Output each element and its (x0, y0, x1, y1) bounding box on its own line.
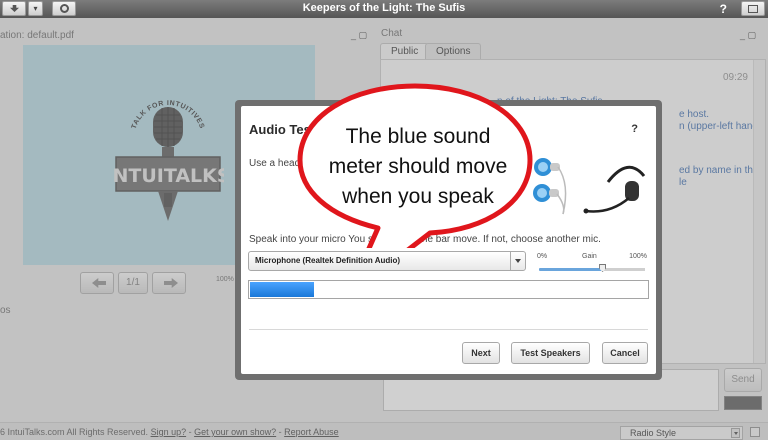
gain-max-label: 100% (629, 253, 647, 260)
test-speakers-button[interactable]: Test Speakers (511, 342, 590, 364)
sound-level-fill (250, 282, 314, 297)
dialog-divider (249, 329, 648, 330)
exit-button[interactable] (741, 1, 765, 16)
exit-icon (748, 5, 758, 13)
microphone-select-value: Microphone (Realtek Definition Audio) (255, 256, 401, 265)
gain-track (539, 268, 645, 271)
sound-level-meter (248, 280, 649, 299)
window-title: Keepers of the Light: The Sufis (302, 2, 466, 14)
next-button[interactable]: Next (462, 342, 500, 364)
help-button[interactable]: ? (720, 2, 727, 16)
annotation-text: The blue sound meter should move when yo… (328, 125, 508, 208)
chevron-down-icon (510, 252, 525, 270)
cancel-button[interactable]: Cancel (602, 342, 648, 364)
title-bar: ▾ Keepers of the Light: The Sufis ? (0, 0, 768, 18)
microphone-select[interactable]: Microphone (Realtek Definition Audio) (248, 251, 526, 271)
gain-label: Gain (582, 253, 597, 260)
gain-min-label: 0% (537, 253, 548, 260)
headset-earbuds-image (530, 154, 652, 228)
dialog-help-button[interactable]: ? (631, 123, 638, 135)
gain-slider[interactable]: 0% Gain 100% (537, 253, 647, 277)
